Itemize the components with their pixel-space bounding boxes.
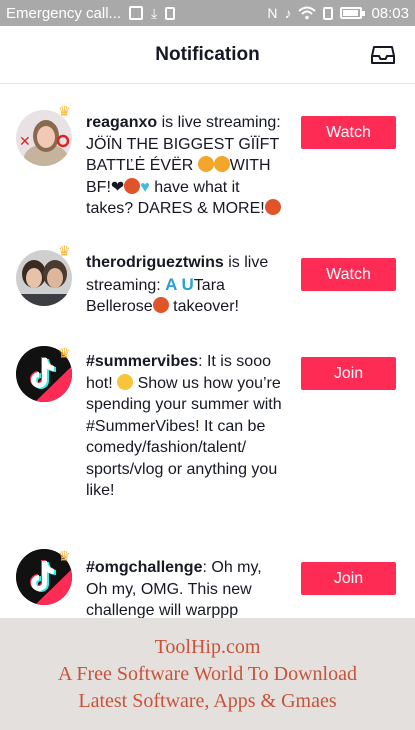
emoji-icon (213, 156, 230, 172)
blue-heart-icon: ♥ (140, 178, 150, 196)
username[interactable]: therodrigueztwins (86, 254, 224, 271)
hashtag[interactable]: #omgchallenge (86, 559, 202, 576)
battery-fill (343, 10, 358, 16)
crown-icon: ♛ (58, 103, 71, 119)
watch-button[interactable]: Watch (301, 258, 396, 291)
list-item[interactable]: ♛ therodrigueztwins is live streaming: A… (0, 244, 415, 324)
text-part: takes? DARES & MORE! (86, 200, 265, 217)
inbox-icon[interactable] (371, 45, 395, 65)
sim-icon (165, 6, 176, 20)
text-part: BATTĽĖ ÉVËR (86, 157, 198, 174)
watermark-banner: ToolHip.com A Free Software World To Dow… (0, 618, 415, 730)
status-right: N ♪ 08:03 (267, 5, 409, 22)
text-part: WITH (229, 157, 271, 174)
notification-list[interactable]: ✕ ♛ reaganxo is live streaming: JÖÏN THE… (0, 84, 415, 618)
text-part: Show us how you’re spending your summer … (86, 374, 282, 500)
text-part: have what it (149, 178, 240, 196)
username[interactable]: reaganxo (86, 114, 157, 131)
status-bar: Emergency call... ⤓ N ♪ 08:03 (0, 0, 415, 26)
text-part: Tara (193, 276, 225, 294)
notification-text: #omgchallenge: Oh my, Oh my, OMG. This n… (86, 557, 286, 618)
list-item[interactable]: ♛ #omgchallenge: Oh my, Oh my, OMG. This… (0, 549, 415, 618)
notification-text: reaganxo is live streaming: JÖÏN THE BIG… (86, 112, 286, 220)
text-part: JÖÏN THE BIGGEST GÏÏFT (86, 135, 280, 153)
svg-text:✕: ✕ (19, 134, 31, 150)
join-button[interactable]: Join (301, 357, 396, 390)
au-badge: A U (165, 274, 194, 294)
banner-line: ToolHip.com (154, 635, 261, 658)
mute-icon: ♪ (284, 5, 292, 21)
header: Notification (0, 26, 415, 84)
notification-text: #summervibes: It is sooo hot! Show us ho… (86, 351, 286, 502)
text-part: Bellerose (86, 298, 153, 315)
notification-text: Emergency call... (6, 4, 122, 22)
list-item[interactable]: ✕ ♛ reaganxo is live streaming: JÖÏN THE… (0, 104, 415, 224)
emoji-icon (264, 199, 281, 215)
sim-card-icon (323, 6, 334, 20)
banner-line: A Free Software World To Download (58, 662, 357, 685)
join-button[interactable]: Join (301, 562, 396, 595)
download-icon: ⤓ (151, 5, 158, 21)
list-item[interactable]: ♛ #summervibes: It is sooo hot! Show us … (0, 346, 415, 526)
status-left: Emergency call... ⤓ (6, 5, 267, 22)
status-time: 08:03 (371, 4, 409, 22)
notification-text: therodrigueztwins is live streaming: A U… (86, 252, 286, 318)
hashtag[interactable]: #summervibes (86, 353, 198, 370)
crown-icon: ♛ (58, 345, 71, 361)
text-part: streaming: (86, 276, 166, 294)
text-part: BF!❤ (86, 178, 125, 196)
emoji-icon (197, 156, 214, 172)
page-title: Notification (155, 43, 260, 65)
couple-emoji-icon (124, 177, 141, 194)
image-icon (129, 6, 144, 20)
banner-line: Latest Software, Apps & Gmaes (78, 689, 337, 712)
rose-emoji-icon (152, 297, 169, 313)
crown-icon: ♛ (58, 243, 71, 259)
wifi-icon (298, 6, 317, 20)
crown-icon: ♛ (58, 548, 71, 564)
sun-emoji-icon (117, 373, 134, 390)
text-part: is live streaming: (157, 114, 281, 131)
watch-button[interactable]: Watch (301, 116, 396, 149)
battery-icon (340, 7, 366, 19)
text-part: is live (223, 254, 269, 271)
nfc-icon: N (267, 5, 278, 21)
text-part: takeover! (168, 298, 239, 315)
